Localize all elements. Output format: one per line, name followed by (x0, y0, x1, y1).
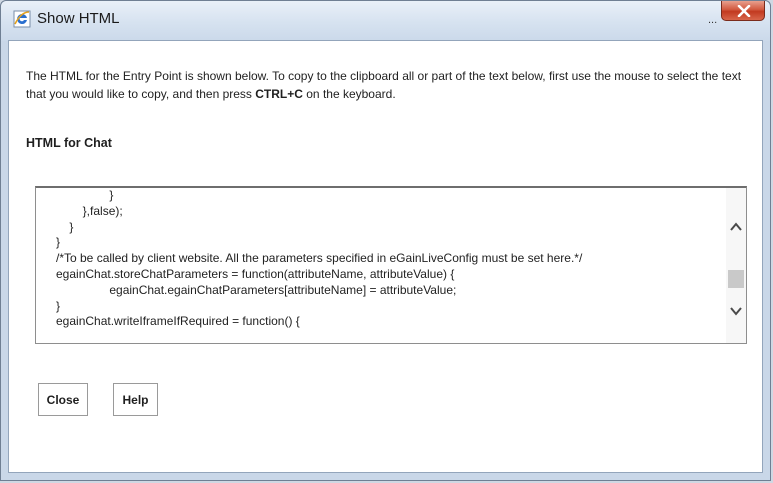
instructions-after: on the keyboard. (302, 87, 396, 101)
section-title: HTML for Chat (26, 136, 112, 150)
minimize-label: ... (708, 14, 718, 26)
internet-explorer-icon (12, 9, 32, 29)
instructions-text: The HTML for the Entry Point is shown be… (26, 67, 746, 103)
scrollbar-thumb[interactable] (728, 270, 744, 288)
code-line[interactable]: /*To be called by client website. All th… (56, 251, 726, 267)
vertical-scrollbar[interactable] (726, 188, 746, 343)
code-line[interactable]: egainChat.egainChatParameters[attributeN… (56, 283, 726, 299)
scroll-up-arrow-icon[interactable] (729, 220, 743, 232)
window-title: Show HTML (37, 10, 120, 27)
html-code-textarea[interactable]: } },false); }}/*To be called by client w… (35, 186, 747, 344)
help-button[interactable]: Help (113, 383, 158, 416)
title-bar[interactable]: Show HTML ... (1, 1, 770, 41)
code-line[interactable]: egainChat.storeChatParameters = function… (56, 267, 726, 283)
code-line[interactable]: } (56, 188, 726, 204)
close-x-icon (737, 5, 751, 17)
close-button[interactable]: Close (38, 383, 88, 416)
code-line[interactable]: egainChat.writeIframeIfRequired = functi… (56, 314, 726, 330)
code-line[interactable]: } (56, 235, 726, 251)
code-line[interactable]: } (56, 299, 726, 315)
code-content[interactable]: } },false); }}/*To be called by client w… (56, 188, 726, 330)
code-line[interactable]: } (56, 220, 726, 236)
code-line[interactable]: },false); (56, 204, 726, 220)
scroll-down-arrow-icon[interactable] (729, 304, 743, 316)
window-close-button[interactable] (721, 1, 765, 21)
shortcut-keys: CTRL+C (255, 87, 303, 101)
